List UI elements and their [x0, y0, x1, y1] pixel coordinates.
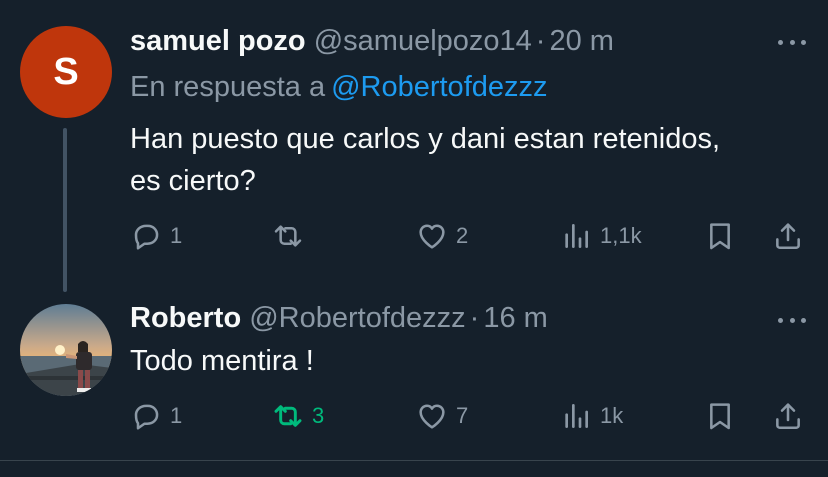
tweet-roberto[interactable]: Roberto @Robertofdezzz · 16 m Todo mentira…	[0, 282, 828, 460]
views-icon	[565, 404, 588, 428]
views-icon	[565, 224, 588, 248]
avatar-letter: S	[53, 50, 79, 93]
reply-prefix: En respuesta a	[130, 71, 326, 103]
reply-count: 1	[170, 223, 183, 248]
more-icon[interactable]	[778, 32, 806, 52]
bookmark-icon	[710, 403, 730, 430]
author-handle[interactable]: @Robertofdezzz	[249, 302, 465, 334]
reply-context: En respuesta a @Robertofdezzz	[130, 70, 548, 104]
share-icon	[776, 223, 800, 250]
tweet-text-line: Han puesto que carlos y dani estan reten…	[130, 123, 721, 155]
separator-dot: ·	[469, 302, 480, 334]
tweet-text-line: es cierto?	[130, 165, 256, 197]
share-button[interactable]	[772, 396, 804, 436]
reply-button[interactable]: 1	[130, 216, 182, 256]
views-count: 1,1k	[600, 223, 642, 248]
divider	[0, 460, 828, 461]
like-count: 7	[456, 403, 469, 428]
separator-dot: ·	[535, 25, 546, 57]
avatar-photo	[20, 304, 112, 396]
views-button[interactable]: 1k	[560, 396, 623, 436]
tweet-text: Han puesto que carlos y dani estan reten…	[130, 118, 800, 202]
avatar-roberto[interactable]	[20, 304, 112, 396]
tweet-time[interactable]: 20 m	[549, 25, 613, 57]
action-bar: 1 3 7 1k	[130, 396, 810, 436]
tweet-samuel[interactable]: S samuel pozo @samuelpozo14 · 20 m En resp…	[0, 0, 828, 280]
tweet-text: Todo mentira !	[130, 340, 800, 382]
reply-icon	[134, 404, 159, 430]
action-bar: 1 2 1,1k	[130, 216, 810, 256]
reply-icon	[134, 224, 159, 250]
retweet-icon	[274, 225, 302, 247]
share-button[interactable]	[772, 216, 804, 256]
reply-mention-link[interactable]: @Robertofdezzz	[331, 71, 547, 103]
like-button[interactable]: 7	[416, 396, 468, 436]
views-button[interactable]: 1,1k	[560, 216, 642, 256]
reply-count: 1	[170, 403, 183, 428]
tweet-text-line: Todo mentira !	[130, 345, 314, 377]
author-handle[interactable]: @samuelpozo14	[314, 25, 532, 57]
avatar-samuel[interactable]: S	[20, 26, 112, 118]
author-name[interactable]: Roberto	[130, 302, 241, 334]
bookmark-button[interactable]	[704, 216, 736, 256]
retweet-button[interactable]: 3	[272, 396, 324, 436]
heart-icon	[419, 224, 445, 249]
share-icon	[776, 403, 800, 429]
retweet-button[interactable]	[272, 216, 312, 256]
tweet-header: Roberto @Robertofdezzz · 16 m	[130, 301, 548, 335]
like-button[interactable]: 2	[416, 216, 468, 256]
author-name[interactable]: samuel pozo	[130, 25, 306, 57]
bookmark-icon	[710, 223, 730, 250]
like-count: 2	[456, 223, 469, 248]
reply-button[interactable]: 1	[130, 396, 182, 436]
bookmark-button[interactable]	[704, 396, 736, 436]
timeline: S samuel pozo @samuelpozo14 · 20 m En resp…	[0, 0, 828, 477]
tweet-time[interactable]: 16 m	[483, 302, 547, 334]
tweet-header: samuel pozo @samuelpozo14 · 20 m	[130, 24, 614, 58]
retweet-count: 3	[312, 403, 325, 428]
more-icon[interactable]	[778, 310, 806, 330]
retweet-icon	[274, 405, 302, 427]
views-count: 1k	[600, 403, 624, 428]
heart-icon	[419, 404, 445, 429]
